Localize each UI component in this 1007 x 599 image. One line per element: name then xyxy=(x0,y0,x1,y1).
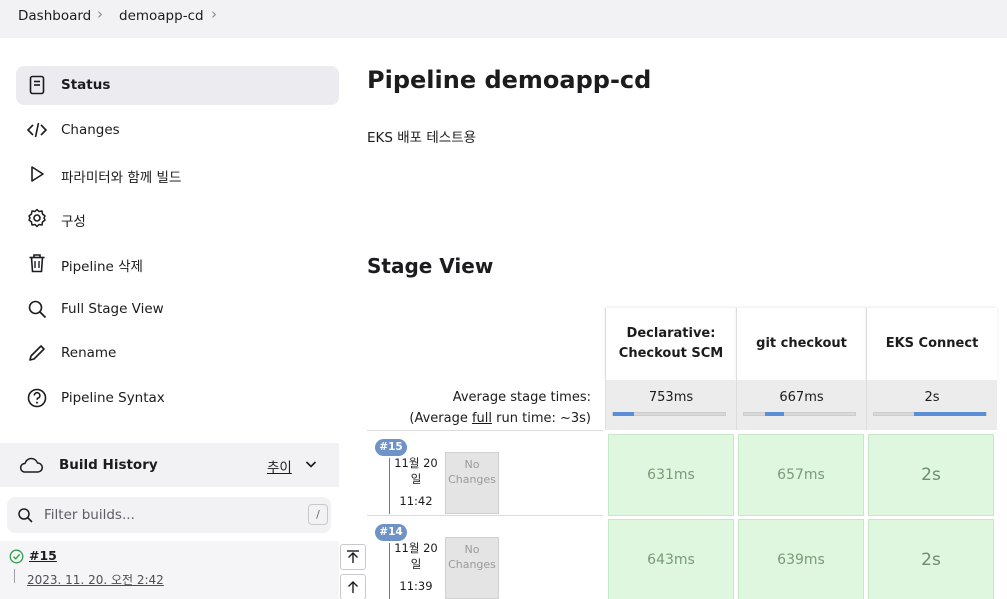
sidebar-item-delete-pipeline[interactable]: Pipeline 삭제 xyxy=(16,244,339,283)
sidebar-item-label: Full Stage View xyxy=(61,301,164,317)
build-number-link[interactable]: #15 xyxy=(29,548,57,563)
build-badge[interactable]: #15 xyxy=(375,439,407,456)
avg-progress-bar xyxy=(873,412,987,416)
breadcrumb-dashboard[interactable]: Dashboard xyxy=(18,8,91,24)
sidebar-item-label: Rename xyxy=(61,345,117,361)
divider xyxy=(389,543,390,599)
average-stage-times-label: Average stage times: xyxy=(452,390,591,405)
avg-time-cell: 667ms xyxy=(736,380,866,430)
build-history-header: Build History 추이 xyxy=(0,443,339,487)
breadcrumb-demoapp-cd[interactable]: demoapp-cd xyxy=(119,8,204,24)
trash-icon xyxy=(26,252,48,274)
breadcrumb-chevron-icon[interactable]: › xyxy=(97,5,103,23)
avg-progress-fill xyxy=(914,412,986,416)
full-run-time-link[interactable]: full xyxy=(472,411,492,426)
stage-result-cell[interactable]: 657ms xyxy=(738,434,864,516)
sidebar-item-label: Pipeline Syntax xyxy=(61,390,165,406)
stage-result-cell[interactable]: 639ms xyxy=(738,519,864,599)
sidebar-item-label: Changes xyxy=(61,122,120,138)
search-icon xyxy=(26,298,48,320)
divider xyxy=(14,569,15,583)
run-time: 11:42 xyxy=(399,494,433,508)
help-icon xyxy=(26,387,48,409)
arrow-up-icon xyxy=(348,581,358,593)
arrow-up-to-line-icon xyxy=(347,550,359,563)
filter-builds: / xyxy=(7,497,331,533)
sidebar-item-changes[interactable]: Changes xyxy=(16,111,339,150)
avg-progress-bar xyxy=(743,412,856,416)
search-icon xyxy=(17,507,34,524)
success-check-icon xyxy=(9,549,24,564)
sidebar-item-build-with-parameters[interactable]: 파라미터와 함께 빌드 xyxy=(16,155,339,194)
avg-time-cell: 2s xyxy=(866,380,997,430)
stage-header-checkout-scm: Declarative: Checkout SCM xyxy=(605,308,736,380)
avg-progress-fill xyxy=(765,412,784,416)
document-icon xyxy=(26,74,48,96)
keyboard-shortcut-hint: / xyxy=(308,504,328,525)
run-row: #14 11월 20 일 11:39 No Changes xyxy=(367,515,603,599)
code-icon xyxy=(26,119,48,141)
sidebar-item-label: 구성 xyxy=(61,214,86,230)
cloud-icon xyxy=(18,455,44,475)
average-run-suffix: run time: ~3s) xyxy=(492,411,591,426)
build-history-entry: #15 2023. 11. 20. 오전 2:42 xyxy=(0,541,339,599)
build-badge[interactable]: #14 xyxy=(375,524,407,541)
scroll-up-button[interactable] xyxy=(340,574,366,599)
stage-view-title: Stage View xyxy=(367,254,494,278)
stage-result-cell[interactable]: 2s xyxy=(868,519,994,599)
run-time: 11:39 xyxy=(399,579,433,593)
stage-header-git-checkout: git checkout xyxy=(736,308,866,380)
avg-progress-fill xyxy=(613,412,635,416)
average-run-time-label: (Average full run time: ~3s) xyxy=(380,411,591,426)
run-row: #15 11월 20 일 11:42 No Changes xyxy=(367,430,603,515)
sidebar-item-full-stage-view[interactable]: Full Stage View xyxy=(16,290,339,329)
avg-time-cell: 753ms xyxy=(605,380,736,430)
avg-time-value: 667ms xyxy=(779,390,824,405)
run-date: 11월 20 일 xyxy=(394,541,438,571)
breadcrumb: Dashboard › demoapp-cd › xyxy=(0,0,1007,38)
stage-result-cell[interactable]: 2s xyxy=(868,434,994,516)
sidebar-item-configure[interactable]: 구성 xyxy=(16,199,339,238)
pipeline-description: EKS 배포 테스트용 xyxy=(367,130,477,146)
scroll-to-top-button[interactable] xyxy=(340,544,366,570)
page-title: Pipeline demoapp-cd xyxy=(367,66,652,94)
sidebar-item-label: Pipeline 삭제 xyxy=(61,259,143,275)
sidebar-item-label: Status xyxy=(61,77,111,93)
sidebar-item-rename[interactable]: Rename xyxy=(16,334,339,373)
sidebar-item-status[interactable]: Status xyxy=(16,66,339,105)
divider xyxy=(389,458,390,514)
no-changes-box: No Changes xyxy=(445,537,499,599)
trend-link[interactable]: 추이 xyxy=(267,456,292,476)
build-date-link[interactable]: 2023. 11. 20. 오전 2:42 xyxy=(27,571,164,588)
play-icon xyxy=(26,163,48,185)
sidebar-item-label: 파라미터와 함께 빌드 xyxy=(61,170,182,186)
average-run-prefix: (Average xyxy=(409,411,472,426)
avg-time-value: 753ms xyxy=(648,390,694,405)
avg-time-value: 2s xyxy=(924,390,940,405)
run-date: 11월 20 일 xyxy=(394,456,438,486)
chevron-down-icon[interactable] xyxy=(304,456,318,470)
pencil-icon xyxy=(26,342,48,364)
build-history-title: Build History xyxy=(59,457,158,473)
filter-builds-input[interactable] xyxy=(44,504,294,526)
stage-result-cell[interactable]: 631ms xyxy=(608,434,734,516)
stage-result-cell[interactable]: 643ms xyxy=(608,519,734,599)
sidebar-item-pipeline-syntax[interactable]: Pipeline Syntax xyxy=(16,379,339,418)
no-changes-box: No Changes xyxy=(445,452,499,514)
breadcrumb-chevron-icon[interactable]: › xyxy=(211,5,217,23)
gear-icon xyxy=(26,207,48,229)
stage-header-eks-connect: EKS Connect xyxy=(866,308,997,380)
avg-progress-bar xyxy=(612,412,726,416)
